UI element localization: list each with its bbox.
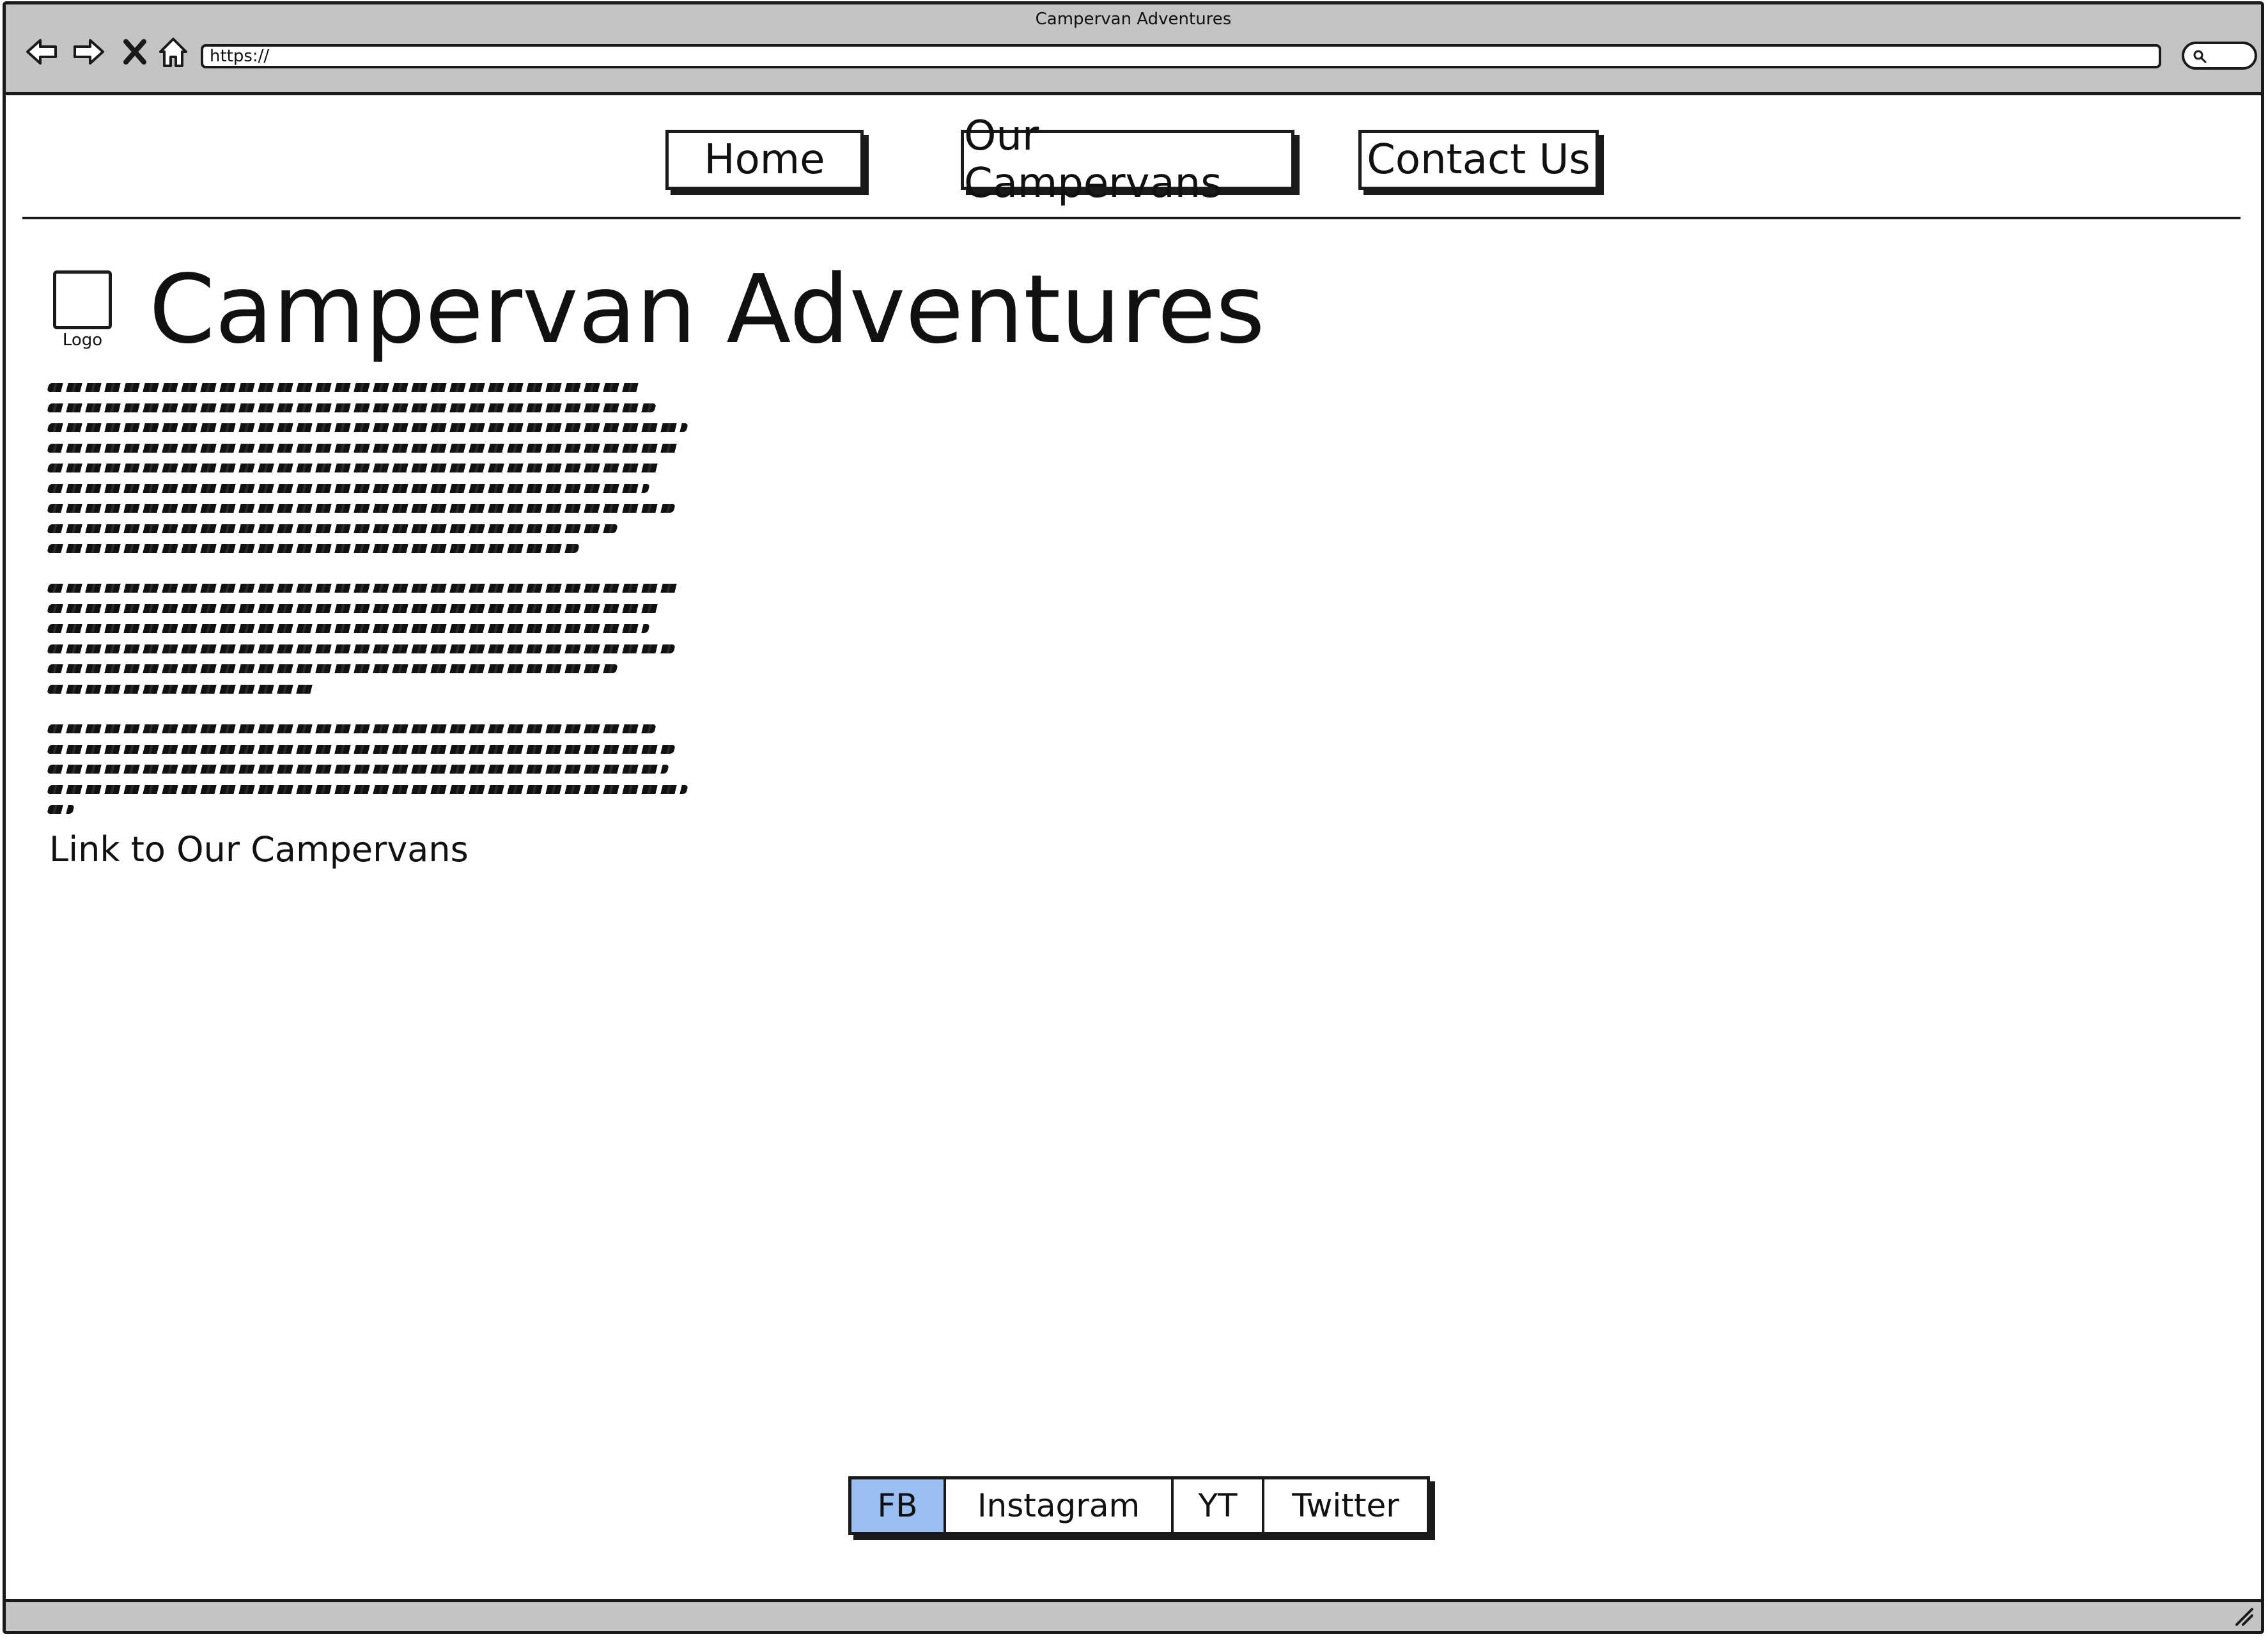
resize-grip-icon[interactable]	[2233, 1605, 2255, 1627]
address-bar[interactable]: https://	[201, 44, 2161, 68]
text-paragraph-3	[47, 724, 688, 825]
search-field[interactable]	[2182, 42, 2257, 70]
nav-home-button[interactable]: Home	[665, 130, 864, 190]
nav-contact-us-button[interactable]: Contact Us	[1358, 130, 1599, 190]
text-paragraph-1	[47, 383, 688, 565]
social-tab-twitter[interactable]: Twitter	[1264, 1479, 1427, 1532]
browser-chrome: Campervan Adventures https://	[6, 4, 2261, 95]
home-icon[interactable]	[154, 33, 192, 71]
logo-label: Logo	[62, 331, 103, 350]
social-tab-fb[interactable]: FB	[851, 1479, 946, 1532]
status-bar	[6, 1599, 2261, 1631]
close-icon[interactable]	[116, 33, 154, 71]
social-tab-yt[interactable]: YT	[1174, 1479, 1264, 1532]
social-tab-bar: FB Instagram YT Twitter	[848, 1476, 1430, 1535]
logo-image-placeholder	[53, 270, 112, 329]
browser-window: Campervan Adventures https:// Home Our C…	[3, 1, 2264, 1634]
search-icon	[2193, 50, 2207, 63]
nav-divider	[22, 217, 2241, 219]
page-title: Campervan Adventures	[149, 254, 1265, 364]
social-tab-instagram[interactable]: Instagram	[946, 1479, 1174, 1532]
forward-arrow-icon[interactable]	[70, 33, 108, 71]
window-title: Campervan Adventures	[1035, 10, 1232, 29]
nav-our-campervans-button[interactable]: Our Campervans	[961, 113, 1294, 207]
text-paragraph-2	[47, 584, 687, 705]
back-arrow-icon[interactable]	[22, 33, 61, 71]
our-campervans-link[interactable]: Link to Our Campervans	[49, 829, 469, 870]
